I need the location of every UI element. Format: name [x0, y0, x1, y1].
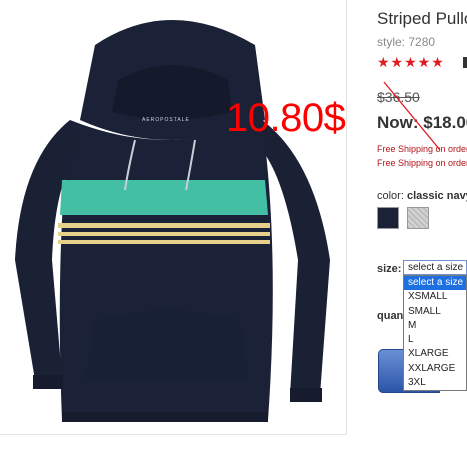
size-label: size: — [377, 263, 402, 275]
color-swatch-grey[interactable] — [407, 207, 429, 229]
brand-print: AEROPOSTALE — [142, 117, 190, 123]
sale-price: Now: $18.00 — [377, 113, 467, 132]
size-option[interactable]: L — [404, 333, 466, 347]
shipping-note-1[interactable]: Free Shipping on orders over $50 — [377, 144, 467, 154]
product-style-number: style: 7280 — [377, 35, 436, 49]
size-option[interactable]: select a size — [404, 276, 466, 291]
size-dropdown-list[interactable]: select a size XSMALL SMALL M L XLARGE XX… — [403, 275, 467, 391]
size-option[interactable]: 3XL — [404, 376, 466, 390]
color-value: classic navy — [406, 190, 467, 202]
color-label-text: color: — [377, 190, 404, 202]
size-option[interactable]: SMALL — [404, 305, 466, 319]
rating-stars[interactable]: ★★★★★ — [377, 54, 445, 71]
product-image-panel[interactable]: AEROPOSTALE — [0, 0, 347, 435]
handwritten-price-annotation: 10.80$ — [226, 96, 346, 140]
original-price: $36.50 — [377, 89, 420, 105]
size-select[interactable]: select a size — [403, 260, 467, 275]
color-label: color: classic navy — [377, 190, 467, 202]
product-info-panel: Striped Pullover Hoodie style: 7280 ★★★★… — [377, 0, 467, 461]
size-option[interactable]: XLARGE — [404, 347, 466, 361]
shipping-note-2[interactable]: Free Shipping on orders — [377, 158, 467, 168]
color-swatch-navy[interactable] — [377, 207, 399, 229]
product-title: Striped Pullover Hoodie — [377, 9, 467, 28]
rating-count-badge[interactable] — [463, 57, 467, 68]
size-option[interactable]: M — [404, 319, 466, 333]
size-option[interactable]: XXLARGE — [404, 362, 466, 376]
size-option[interactable]: XSMALL — [404, 290, 466, 304]
hoodie-image — [15, 20, 330, 422]
